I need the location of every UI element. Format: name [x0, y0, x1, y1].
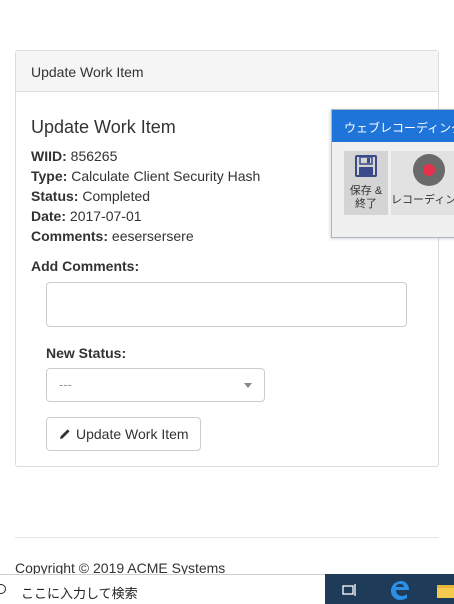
wiid-value: 856265	[70, 148, 118, 164]
record-button[interactable]: レコーディング	[391, 151, 454, 215]
taskbar-search-placeholder: ここに入力して検索	[21, 587, 138, 602]
floppy-disk-icon	[344, 155, 388, 182]
type-label: Type:	[31, 168, 68, 184]
type-row: Type: Calculate Client Security Hash	[31, 168, 260, 184]
status-value: Completed	[82, 188, 151, 204]
comments-label: Comments:	[31, 228, 109, 244]
chevron-down-icon	[244, 383, 252, 388]
new-status-selected: ---	[59, 377, 72, 392]
add-comments-label: Add Comments:	[31, 258, 140, 274]
status-row: Status: Completed	[31, 188, 150, 204]
wiid-row: WIID: 856265	[31, 148, 117, 164]
wiid-label: WIID:	[31, 148, 67, 164]
add-comments-input[interactable]	[46, 282, 407, 327]
taskbar-apps	[325, 574, 454, 604]
date-row: Date: 2017-07-01	[31, 208, 142, 224]
save-label-line2: 終了	[355, 198, 377, 210]
recorder-title: ウェブレコーディング	[332, 110, 454, 142]
status-label: Status:	[31, 188, 79, 204]
windows-taskbar: ここに入力して検索	[0, 574, 454, 604]
panel-heading: Update Work Item	[16, 51, 438, 92]
update-button-label: Update Work Item	[76, 426, 189, 442]
taskbar-search-box[interactable]: ここに入力して検索	[0, 574, 325, 604]
save-label-line1: 保存 &	[349, 185, 383, 197]
date-value: 2017-07-01	[69, 208, 142, 224]
page-title: Update Work Item	[31, 117, 176, 137]
type-value: Calculate Client Security Hash	[71, 168, 261, 184]
comments-row: Comments: eesersersere	[31, 228, 194, 244]
new-status-select[interactable]: ---	[46, 368, 265, 402]
update-work-item-button[interactable]: Update Work Item	[46, 417, 201, 451]
footer-divider	[15, 537, 439, 538]
date-label: Date:	[31, 208, 67, 224]
record-icon	[412, 154, 445, 186]
pencil-icon	[59, 428, 71, 440]
save-and-exit-button[interactable]: 保存 & 終了	[344, 151, 388, 215]
web-recording-popup: ウェブレコーディング 保存 & 終了 レコーディング	[331, 109, 454, 238]
new-status-label: New Status:	[46, 345, 127, 361]
edge-icon[interactable]	[388, 579, 410, 604]
record-label: レコーディング	[391, 194, 454, 206]
comments-value: eesersersere	[111, 228, 194, 244]
task-view-icon[interactable]	[342, 583, 358, 602]
search-icon	[0, 584, 6, 594]
file-explorer-icon[interactable]	[437, 584, 454, 603]
